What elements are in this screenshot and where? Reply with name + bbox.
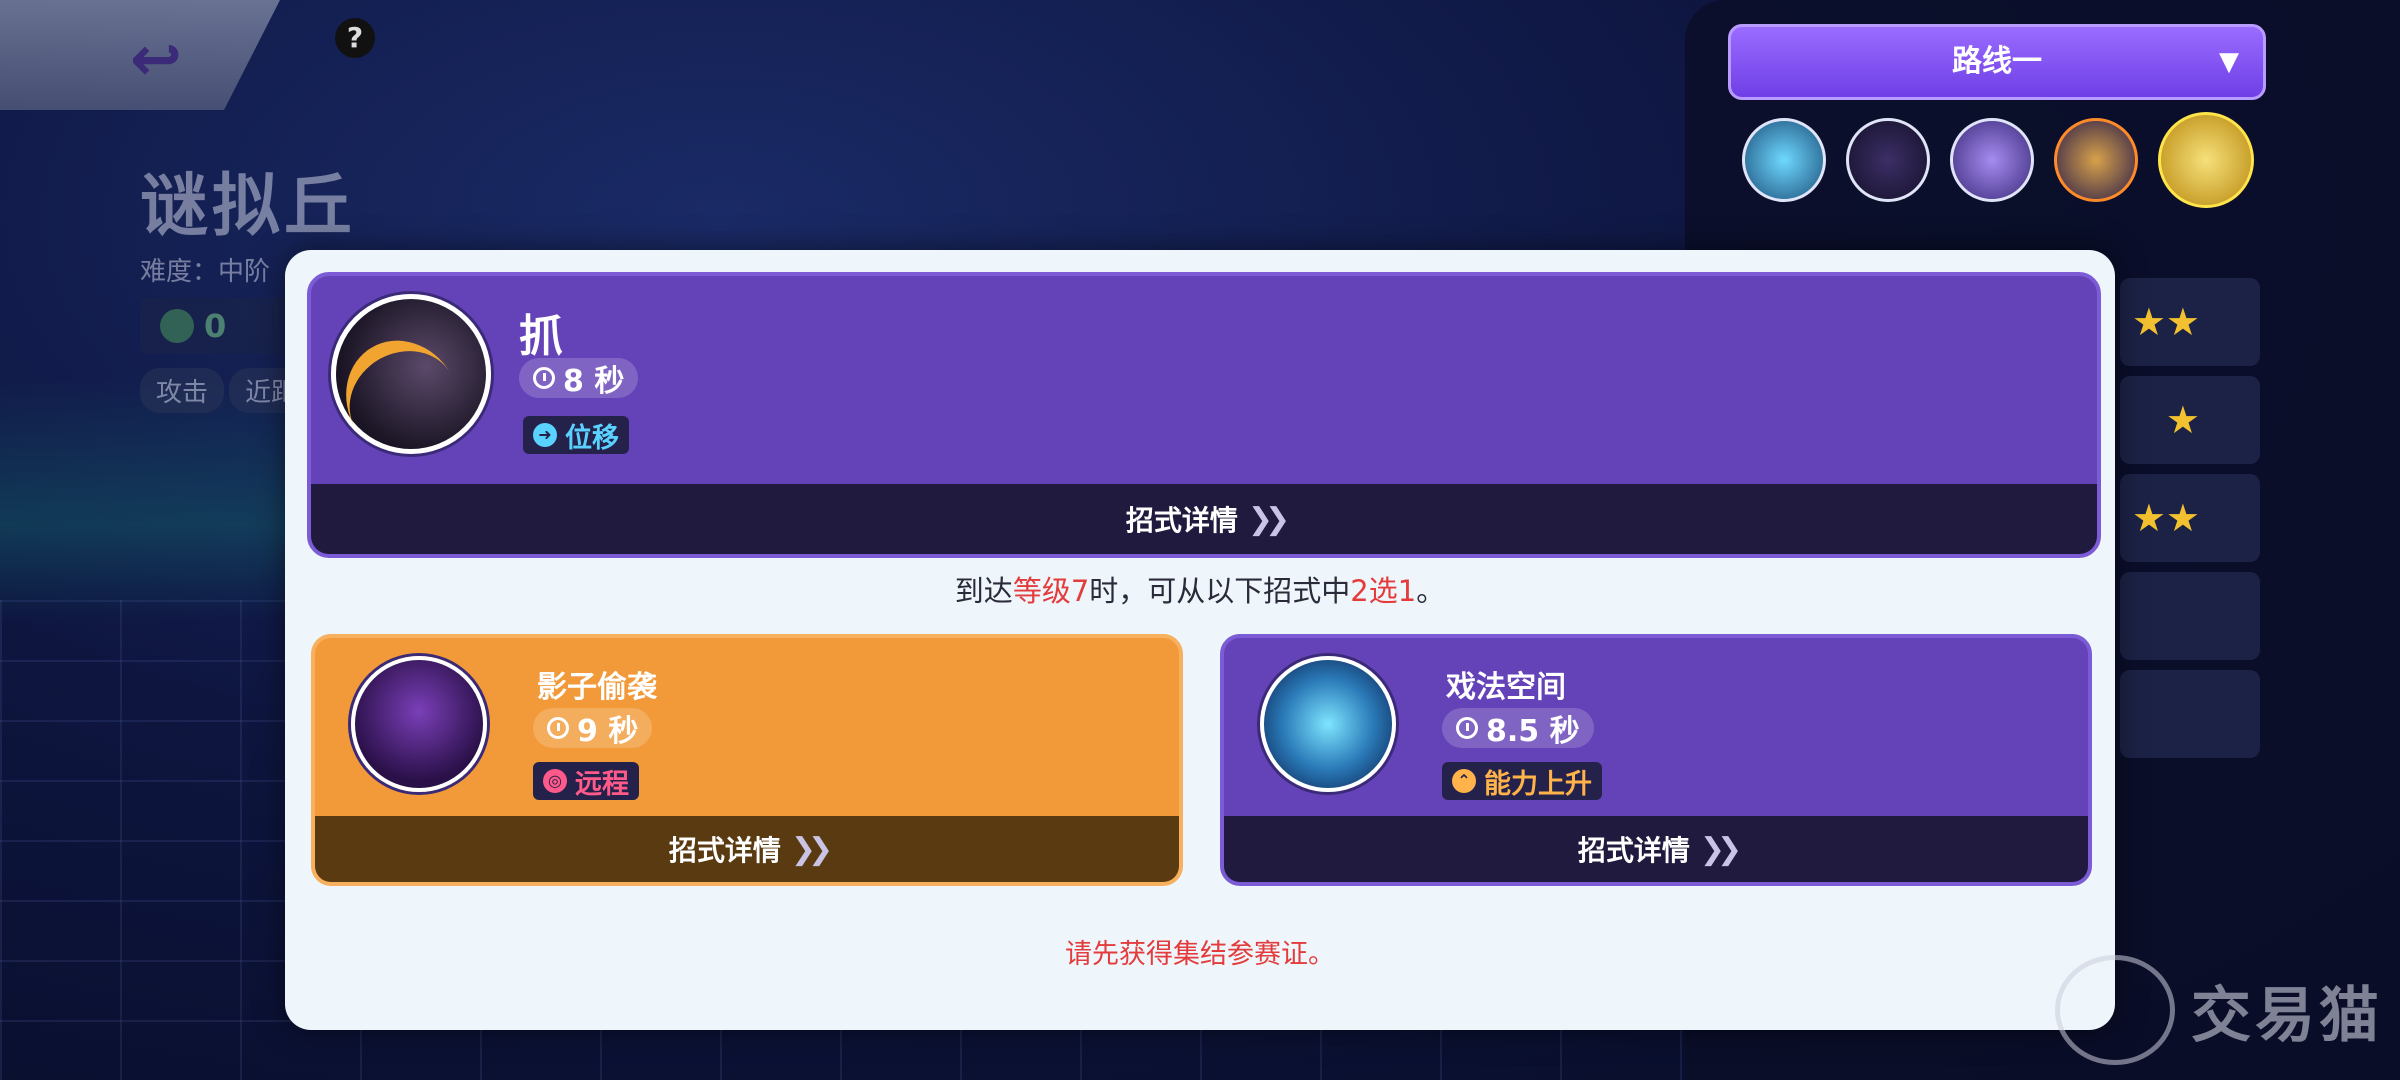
shield-icon <box>160 309 194 343</box>
option-name: 戏法空间 <box>1446 670 1566 705</box>
rating-row <box>2120 670 2260 758</box>
notice-prefix: 到达 <box>954 574 1013 608</box>
main-skill-card: 抓 8 秒 ➜ 位移 招式详情 ❯❯ <box>307 272 2101 558</box>
rating-row: ★★ <box>2120 278 2260 366</box>
level-notice: 到达等级7时，可从以下招式中2选1。 <box>285 568 2115 610</box>
detail-label: 招式详情 <box>1125 504 1238 537</box>
option-detail-button[interactable]: 招式详情 ❯❯ <box>315 816 1179 882</box>
option-card-shadow-sneak[interactable]: 影子偷袭 9 秒 ◎ 远程 招式详情 ❯❯ <box>311 634 1183 886</box>
rating-row: ★ <box>2120 376 2260 464</box>
option-type: 能力上升 <box>1484 768 1592 800</box>
rating-row <box>2120 572 2260 660</box>
notice-suffix: 。 <box>1416 574 1446 608</box>
pokemon-name: 谜拟丘 <box>140 167 357 246</box>
skill-type-tag: ⌃ 能力上升 <box>1442 762 1602 800</box>
play-rough-icon[interactable] <box>1950 118 2034 202</box>
main-skill-type: 位移 <box>565 422 619 454</box>
route-dropdown[interactable]: 路线一 ▼ <box>1728 24 2266 100</box>
stat-value: 0 <box>204 307 227 345</box>
notice-level: 等级7 <box>1012 574 1090 608</box>
rating-row: ★★ <box>2120 474 2260 562</box>
role-tag: 攻击 <box>140 368 225 413</box>
route-label: 路线一 <box>1952 44 2042 79</box>
route-skill-icons <box>1742 112 2254 208</box>
double-chevron-right-icon: ❯❯ <box>1699 831 1742 867</box>
watermark: 交易猫 <box>2055 955 2383 1065</box>
option-type: 远程 <box>575 768 629 800</box>
watermark-text: 交易猫 <box>2191 980 2383 1051</box>
clock-icon <box>547 717 569 739</box>
star-icon: ★★ <box>2131 300 2200 344</box>
option-card-trick-room[interactable]: 戏法空间 8.5 秒 ⌃ 能力上升 招式详情 ❯❯ <box>1220 634 2092 886</box>
main-skill-name: 抓 <box>519 311 563 362</box>
unite-move-icon[interactable] <box>2158 112 2254 208</box>
back-arrow-icon: ↩ <box>130 22 182 95</box>
dash-icon: ➜ <box>533 423 557 447</box>
option-name: 影子偷袭 <box>537 670 657 705</box>
notice-middle: 时，可从以下招式中 <box>1089 574 1351 608</box>
cat-logo-icon <box>2055 955 2175 1065</box>
ranged-icon: ◎ <box>543 769 567 793</box>
detail-label: 招式详情 <box>668 834 781 867</box>
star-icon: ★ <box>2165 398 2200 442</box>
stat-up-icon: ⌃ <box>1452 769 1476 793</box>
cooldown-pill: 9 秒 <box>533 708 653 749</box>
help-icon[interactable]: ? <box>335 18 375 58</box>
shadow-sneak-skill-icon <box>351 656 487 792</box>
skill-type-tag: ◎ 远程 <box>533 762 639 800</box>
option-cooldown: 8.5 秒 <box>1486 714 1580 749</box>
skill-type-tag: ➜ 位移 <box>523 416 629 454</box>
clock-icon <box>1456 717 1478 739</box>
warning-text: 请先获得集结参赛证。 <box>1065 939 1335 970</box>
gear-skill-icon[interactable] <box>1742 118 1826 202</box>
skill-choice-modal: 抓 8 秒 ➜ 位移 招式详情 ❯❯ 到达等级7时，可从以下招式中2选1。 影子… <box>285 250 2115 1030</box>
shadow-sneak-icon[interactable] <box>1846 118 1930 202</box>
double-chevron-right-icon: ❯❯ <box>790 831 833 867</box>
notice-choice-count: 2选1 <box>1350 574 1417 608</box>
clock-icon <box>533 367 555 389</box>
detail-label: 招式详情 <box>1577 834 1690 867</box>
double-chevron-right-icon: ❯❯ <box>1247 501 1290 537</box>
main-skill-cooldown: 8 秒 <box>563 364 625 399</box>
claw-mark-icon <box>324 319 482 483</box>
trick-room-skill-icon <box>1260 656 1396 792</box>
option-cooldown: 9 秒 <box>577 714 639 749</box>
scratch-skill-icon <box>324 294 491 483</box>
star-icon: ★★ <box>2131 496 2200 540</box>
option-detail-button[interactable]: 招式详情 ❯❯ <box>1224 816 2088 882</box>
slash-icon[interactable] <box>2054 118 2138 202</box>
cooldown-pill: 8.5 秒 <box>1442 708 1594 749</box>
main-skill-detail-button[interactable]: 招式详情 ❯❯ <box>311 484 2097 554</box>
cooldown-pill: 8 秒 <box>519 358 639 399</box>
chevron-down-icon: ▼ <box>2219 47 2239 77</box>
